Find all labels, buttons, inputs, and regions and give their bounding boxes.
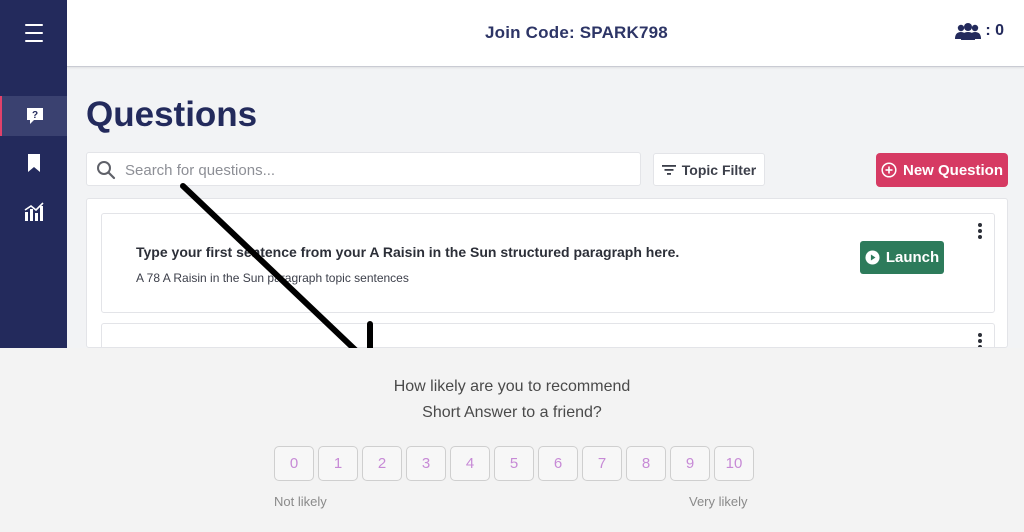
svg-text:?: ? (31, 110, 37, 121)
launch-label: Launch (885, 249, 940, 266)
new-question-label: New Question (902, 161, 1003, 179)
top-bar: Join Code: SPARK798 : 0 (67, 0, 1024, 67)
sidebar-item-reports[interactable] (0, 192, 67, 232)
sidebar-item-saved[interactable] (0, 143, 67, 183)
rating-option-3[interactable]: 3 (406, 446, 446, 481)
rating-option-2[interactable]: 2 (362, 446, 402, 481)
rating-option-6[interactable]: 6 (538, 446, 578, 481)
rating-option-10[interactable]: 10 (714, 446, 754, 481)
bar-chart-icon (24, 202, 44, 221)
hamburger-icon (24, 21, 43, 45)
question-card[interactable]: Type your first sentence from your A Rai… (101, 213, 995, 313)
sidebar-item-questions[interactable]: ? (0, 96, 67, 136)
more-options-icon[interactable] (976, 223, 984, 239)
bookmark-icon (27, 154, 40, 172)
rating-option-4[interactable]: 4 (450, 446, 490, 481)
plus-circle-icon (881, 162, 897, 178)
launch-button[interactable]: Launch (860, 241, 944, 274)
more-options-icon[interactable] (976, 333, 984, 347)
participants-indicator[interactable]: : 0 (955, 22, 1004, 40)
question-card[interactable] (101, 323, 995, 347)
search-icon (97, 161, 116, 180)
users-icon (955, 23, 982, 40)
rating-option-1[interactable]: 1 (318, 446, 358, 481)
rating-option-7[interactable]: 7 (582, 446, 622, 481)
participants-count: : 0 (985, 22, 1004, 39)
play-circle-icon (865, 250, 880, 265)
filter-icon (661, 164, 676, 175)
sidebar: ? (0, 0, 67, 348)
rating-option-5[interactable]: 5 (494, 446, 534, 481)
topic-filter-label: Topic Filter (681, 161, 757, 178)
scale-low-label: Not likely (274, 494, 327, 509)
menu-button[interactable] (0, 13, 67, 53)
question-bubble-icon: ? (26, 108, 43, 124)
rating-option-8[interactable]: 8 (626, 446, 666, 481)
question-list: Type your first sentence from your A Rai… (86, 198, 1008, 348)
question-text: Type your first sentence from your A Rai… (136, 244, 680, 260)
page-title: Questions (86, 95, 258, 134)
join-code: Join Code: SPARK798 (485, 23, 668, 42)
topic-filter-button[interactable]: Topic Filter (653, 153, 765, 186)
rating-scale: 0 1 2 3 4 5 6 7 8 9 10 (274, 446, 754, 481)
nps-survey: How likely are you to recommend Short An… (0, 348, 1024, 532)
survey-question-line1: How likely are you to recommend (393, 378, 631, 395)
search-input[interactable] (125, 159, 625, 181)
survey-question-line2: Short Answer to a friend? (422, 404, 602, 421)
scale-high-label: Very likely (689, 494, 748, 509)
rating-option-0[interactable]: 0 (274, 446, 314, 481)
rating-option-9[interactable]: 9 (670, 446, 710, 481)
new-question-button[interactable]: New Question (876, 153, 1008, 187)
question-topic: A 78 A Raisin in the Sun paragraph topic… (136, 271, 409, 285)
search-box (86, 152, 641, 186)
